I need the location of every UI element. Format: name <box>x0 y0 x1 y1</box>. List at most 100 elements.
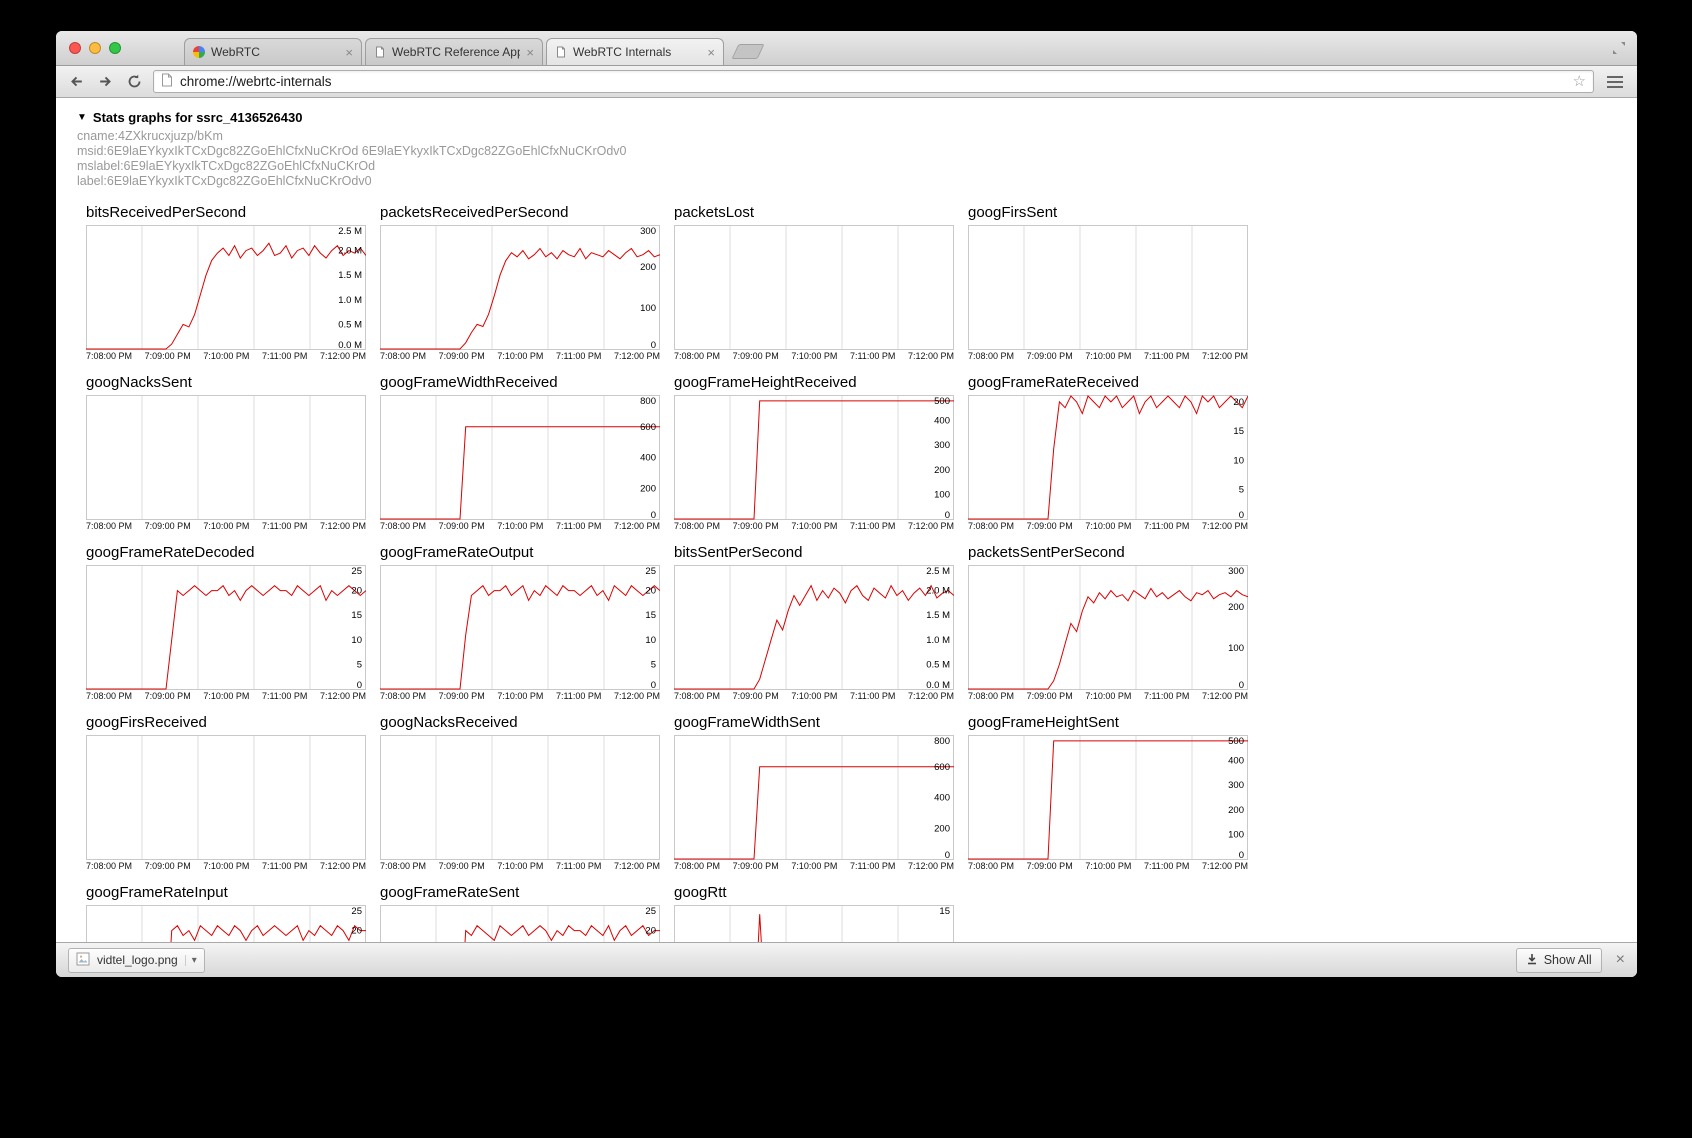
time-tick-label: 7:09:00 PM <box>145 861 191 871</box>
tab-close-icon[interactable]: × <box>707 46 715 59</box>
tab-close-icon[interactable]: × <box>345 46 353 59</box>
chart-plot <box>86 395 366 520</box>
y-tick-label: 200 <box>640 262 656 273</box>
y-tick-label: 0.5 M <box>926 659 950 670</box>
show-all-button[interactable]: Show All <box>1516 948 1602 973</box>
close-window-button[interactable] <box>69 42 81 54</box>
time-tick-label: 7:08:00 PM <box>380 351 426 361</box>
chart-plot <box>674 225 954 350</box>
y-tick-label: 5 <box>651 659 656 670</box>
chart-plot: 051015 <box>674 905 954 942</box>
collapse-triangle-icon[interactable]: ▼ <box>77 112 87 123</box>
chevron-down-icon[interactable]: ▾ <box>185 955 197 966</box>
time-tick-label: 7:12:00 PM <box>908 351 954 361</box>
x-axis-labels: 7:08:00 PM7:09:00 PM7:10:00 PM7:11:00 PM… <box>674 691 954 701</box>
y-tick-label: 0 <box>1239 850 1244 860</box>
msid-line: msid:6E9laEYkyxIkTCxDgc82ZGoEhlCfxNuCKrO… <box>77 144 1637 159</box>
time-tick-label: 7:12:00 PM <box>1202 351 1248 361</box>
x-axis-labels: 7:08:00 PM7:09:00 PM7:10:00 PM7:11:00 PM… <box>380 861 660 871</box>
back-button[interactable] <box>66 72 86 92</box>
chart-plot: 0510152025 <box>86 565 366 690</box>
time-tick-label: 7:08:00 PM <box>86 521 132 531</box>
chart-plot: 0100200300 <box>968 565 1248 690</box>
y-tick-label: 0 <box>651 340 656 350</box>
chart-packetsSentPerSecond: packetsSentPerSecond01002003007:08:00 PM… <box>968 543 1248 701</box>
y-tick-label: 20 <box>351 926 362 937</box>
tab-close-icon[interactable]: × <box>526 46 534 59</box>
chart-googRtt: googRtt0510157:08:00 PM7:09:00 PM7:10:00… <box>674 883 954 942</box>
close-shelf-icon[interactable]: × <box>1616 952 1625 968</box>
chart-title: googFrameRateOutput <box>380 543 660 565</box>
x-axis-labels: 7:08:00 PM7:09:00 PM7:10:00 PM7:11:00 PM… <box>86 521 366 531</box>
y-tick-label: 5 <box>1239 485 1244 496</box>
y-tick-label: 100 <box>934 489 950 500</box>
stats-section-header[interactable]: ▼ Stats graphs for ssrc_4136526430 <box>77 110 1637 125</box>
y-tick-label: 0 <box>651 680 656 690</box>
download-arrow-icon <box>1526 953 1538 968</box>
zoom-window-button[interactable] <box>109 42 121 54</box>
page-icon <box>374 46 386 58</box>
address-bar[interactable]: chrome://webrtc-internals ☆ <box>153 70 1594 93</box>
chart-plot: 0100200300 <box>380 225 660 350</box>
fullscreen-icon[interactable] <box>1611 40 1627 61</box>
show-all-label: Show All <box>1544 953 1592 967</box>
chart-googFrameRateInput: googFrameRateInput05101520257:08:00 PM7:… <box>86 883 366 942</box>
chart-title: googFirsSent <box>968 203 1248 225</box>
y-tick-label: 0 <box>651 510 656 520</box>
time-tick-label: 7:08:00 PM <box>968 691 1014 701</box>
x-axis-labels: 7:08:00 PM7:09:00 PM7:10:00 PM7:11:00 PM… <box>674 351 954 361</box>
tab-webrtc-internals[interactable]: WebRTC Internals × <box>546 38 724 65</box>
x-axis-labels: 7:08:00 PM7:09:00 PM7:10:00 PM7:11:00 PM… <box>968 691 1248 701</box>
time-tick-label: 7:09:00 PM <box>1027 351 1073 361</box>
minimize-window-button[interactable] <box>89 42 101 54</box>
reload-button[interactable] <box>124 72 144 92</box>
download-item-vidtel-logo[interactable]: vidtel_logo.png ▾ <box>68 948 205 973</box>
chart-plot: 0200400600800 <box>380 395 660 520</box>
chart-plot <box>380 735 660 860</box>
y-tick-label: 0.5 M <box>338 319 362 330</box>
chart-title: googFrameHeightSent <box>968 713 1248 735</box>
time-tick-label: 7:12:00 PM <box>320 691 366 701</box>
time-tick-label: 7:08:00 PM <box>674 351 720 361</box>
y-tick-label: 15 <box>939 906 950 917</box>
chart-bitsSentPerSecond: bitsSentPerSecond0.0 M0.5 M1.0 M1.5 M2.0… <box>674 543 954 701</box>
chart-bitsReceivedPerSecond: bitsReceivedPerSecond0.0 M0.5 M1.0 M1.5 … <box>86 203 366 361</box>
chart-plot <box>86 735 366 860</box>
y-tick-label: 200 <box>1228 602 1244 613</box>
page-content: ▼ Stats graphs for ssrc_4136526430 cname… <box>56 98 1637 942</box>
time-tick-label: 7:09:00 PM <box>733 521 779 531</box>
x-axis-labels: 7:08:00 PM7:09:00 PM7:10:00 PM7:11:00 PM… <box>380 691 660 701</box>
y-tick-label: 2.0 M <box>338 246 362 257</box>
tab-webrtc-reference-app[interactable]: WebRTC Reference App × <box>365 38 543 65</box>
y-tick-label: 10 <box>645 635 656 646</box>
tab-webrtc[interactable]: WebRTC × <box>184 38 362 65</box>
time-tick-label: 7:12:00 PM <box>320 861 366 871</box>
chart-title: googFirsReceived <box>86 713 366 735</box>
time-tick-label: 7:08:00 PM <box>380 861 426 871</box>
forward-button[interactable] <box>95 72 115 92</box>
y-tick-label: 25 <box>645 566 656 577</box>
bookmark-star-icon[interactable]: ☆ <box>1573 74 1586 89</box>
chart-packetsReceivedPerSecond: packetsReceivedPerSecond01002003007:08:0… <box>380 203 660 361</box>
y-tick-label: 0 <box>1239 510 1244 520</box>
time-tick-label: 7:09:00 PM <box>439 861 485 871</box>
url-text[interactable]: chrome://webrtc-internals <box>180 74 1566 89</box>
chart-plot: 0100200300400500 <box>674 395 954 520</box>
time-tick-label: 7:11:00 PM <box>556 521 601 531</box>
time-tick-label: 7:10:00 PM <box>203 521 249 531</box>
time-tick-label: 7:10:00 PM <box>1085 861 1131 871</box>
chart-plot: 05101520 <box>968 395 1248 520</box>
image-file-icon <box>76 952 90 969</box>
chart-title: bitsReceivedPerSecond <box>86 203 366 225</box>
time-tick-label: 7:10:00 PM <box>1085 691 1131 701</box>
y-tick-label: 20 <box>1233 397 1244 408</box>
y-tick-label: 0 <box>945 850 950 860</box>
time-tick-label: 7:11:00 PM <box>556 351 601 361</box>
y-tick-label: 2.5 M <box>926 566 950 577</box>
time-tick-label: 7:08:00 PM <box>674 691 720 701</box>
x-axis-labels: 7:08:00 PM7:09:00 PM7:10:00 PM7:11:00 PM… <box>968 861 1248 871</box>
new-tab-button[interactable] <box>732 44 765 59</box>
menu-button[interactable] <box>1603 72 1627 92</box>
chart-title: googFrameHeightReceived <box>674 373 954 395</box>
time-tick-label: 7:12:00 PM <box>614 351 660 361</box>
